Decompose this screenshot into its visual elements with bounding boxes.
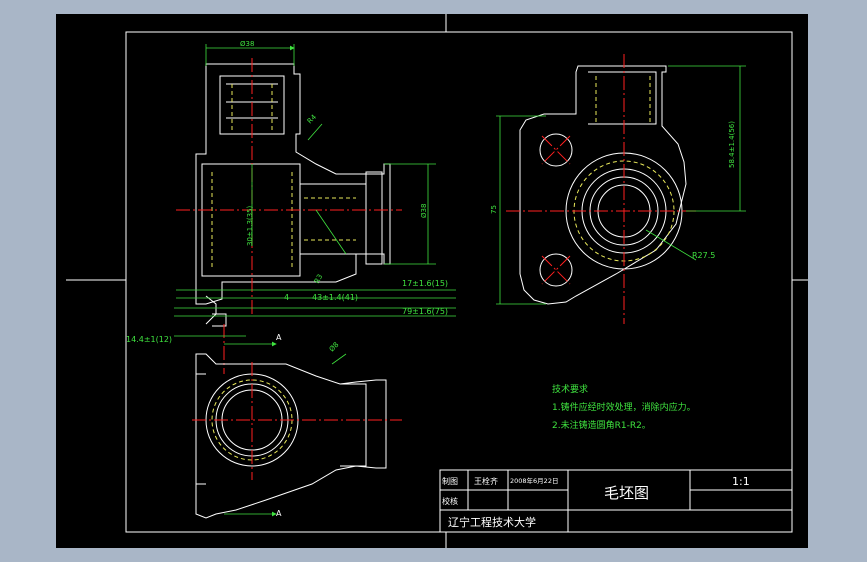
dim-43: 43±1.4(41) [312, 293, 358, 302]
checked-label: 校核 [442, 496, 458, 506]
cad-viewport[interactable]: Ø38 R4 30±1.3(35) Ø38 R3 4 43±1.4(41) 17… [56, 14, 808, 548]
front-view-dimensions [174, 44, 456, 365]
dim-phi: Ø8 [328, 341, 341, 354]
section-label-a-top: A [276, 333, 282, 342]
dim-angle-note: R3 [313, 273, 325, 285]
dim-r27: R27.5 [692, 251, 715, 260]
drawn-date: 2008年6月22日 [510, 476, 558, 485]
side-view-centerlines [506, 54, 696, 324]
school-name: 辽宁工程技术大学 [448, 515, 536, 529]
dim-58: 58.4±1.4(56) [728, 121, 736, 168]
notes-line-1: 1.铸件应经时效处理，消除内应力。 [552, 401, 696, 413]
drawn-label: 制图 [442, 476, 458, 486]
dim-vertical-left: 30±1.3(35) [246, 205, 254, 246]
front-view[interactable] [195, 63, 391, 327]
dim-small-4: 4 [284, 293, 289, 302]
dim-bore: Ø38 [420, 204, 428, 218]
scale-value: 1:1 [732, 475, 750, 488]
dim-14: 14.4±1(12) [126, 335, 172, 344]
drawing-canvas[interactable]: Ø38 R4 30±1.3(35) Ø38 R3 4 43±1.4(41) 17… [56, 14, 808, 548]
notes-line-2: 2.未注铸造圆角R1-R2。 [552, 419, 651, 431]
dim-75: 75 [490, 205, 498, 214]
side-view[interactable] [519, 65, 687, 305]
dim-radius-top: R4 [306, 113, 319, 126]
dim-17: 17±1.6(15) [402, 279, 448, 288]
dim-79: 79±1.6(75) [402, 307, 448, 316]
notes-title: 技术要求 [552, 383, 588, 395]
dim-top-width: Ø38 [240, 40, 254, 48]
section-view-centerlines [192, 362, 402, 480]
section-label-a-bottom: A [276, 509, 282, 518]
section-view-dimensions [224, 341, 277, 517]
front-view-centerlines [176, 58, 402, 374]
drawing-name: 毛坯图 [604, 484, 649, 502]
section-view[interactable] [195, 353, 387, 519]
drawn-name: 王栓齐 [474, 476, 498, 486]
